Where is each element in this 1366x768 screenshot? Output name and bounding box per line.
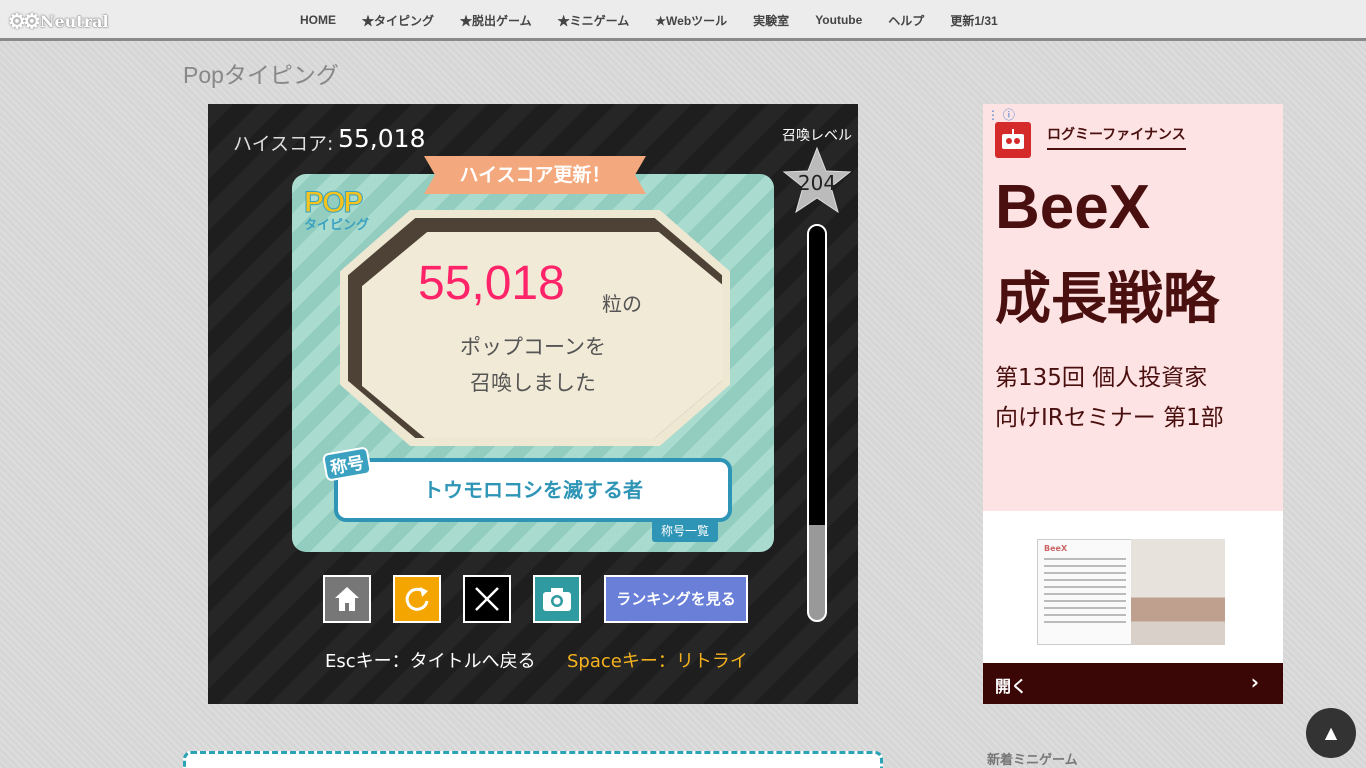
nav-minigame[interactable]: ★ミニゲーム [558,12,630,29]
star-icon: 204 [782,146,852,214]
nav-home[interactable]: HOME [300,13,336,27]
result-message-line1: ポップコーンを [460,335,606,359]
home-button[interactable] [323,575,371,623]
summon-gauge-fill [809,226,825,526]
scroll-top-button[interactable]: ▲ [1306,708,1356,758]
nav-help[interactable]: ヘルプ [888,12,924,29]
ad-open-label: 開く [995,677,1028,696]
new-minigames-heading: 新着ミニゲーム [987,753,1078,768]
ad-open-button[interactable]: 開く › [983,663,1283,704]
gear-icon: ⚙⚙ [8,9,41,33]
ad-headline2: 成長戦略 [995,267,1219,332]
ad-office-photo [1131,539,1225,645]
score-frame [340,210,730,446]
ad-document-thumb: BeeX [1037,539,1133,645]
page-title: Popタイピング [183,62,339,88]
hiscore-update-ribbon: ハイスコア更新！ [424,156,646,194]
ad-banner[interactable]: ⋮ ⓘ ログミーファイナンス BeeX 成長戦略 第135回 個人投資家 向けI… [983,104,1283,704]
summon-level-label: 召喚レベル [782,128,852,144]
result-message-line2: 召喚しました [470,371,596,395]
nav-lab[interactable]: 実験室 [753,12,789,29]
top-nav: ⚙⚙ Neutral HOME ★タイピング ★脱出ゲーム ★ミニゲーム ★We… [0,0,1366,41]
nav-update[interactable]: 更新1/31 [950,12,997,29]
pop-typing-logo: POP タイピング [304,186,374,240]
logo-typing-text: タイピング [304,218,370,233]
ranking-button[interactable]: ランキングを見る [604,575,748,623]
share-x-button[interactable] [463,575,511,623]
robot-icon [995,122,1031,158]
ad-line1: 第135回 個人投資家 [995,365,1208,391]
ad-headline1: BeeX [995,173,1151,242]
score-value: 55,018 [418,257,565,310]
score-frame-border [348,218,722,438]
x-icon [475,587,499,611]
game-screen[interactable]: ハイスコア: 55,018 召喚レベル 204 ハイスコア更新！ POP タイピ… [208,104,858,704]
nav-escape-game[interactable]: ★脱出ゲーム [460,12,532,29]
hint-space: Spaceキー：リトライ [567,651,748,672]
site-name: Neutral [39,11,109,31]
nav-links: HOME ★タイピング ★脱出ゲーム ★ミニゲーム ★Webツール 実験室 Yo… [300,0,1024,40]
nav-webtool[interactable]: ★Webツール [655,12,727,29]
summon-gauge [807,224,827,622]
hint-esc: Escキー：タイトルへ戻る [325,651,536,672]
hiscore-label: ハイスコア: [233,133,334,155]
screenshot-button[interactable] [533,575,581,623]
ad-doc-header: BeeX [1044,544,1068,553]
content-box [183,751,883,768]
ad-brand[interactable]: ログミーファイナンス [1047,124,1186,150]
chevron-right-icon: › [1250,670,1259,694]
ad-image: BeeX [983,511,1283,663]
nav-youtube[interactable]: Youtube [815,13,862,27]
retry-icon [405,587,429,611]
camera-icon [543,588,571,611]
summon-level-value: 204 [797,171,837,195]
ad-line2: 向けIRセミナー 第1部 [995,405,1224,431]
nav-typing[interactable]: ★タイピング [362,12,434,29]
score-unit: 粒の [602,292,642,316]
earned-title: トウモロコシを滅する者 [334,458,732,522]
home-icon [335,587,359,611]
site-logo[interactable]: ⚙⚙ Neutral [8,8,109,34]
hiscore-value: 55,018 [338,124,426,153]
result-card: ハイスコア更新！ POP タイピング 55,018 粒の ポップコーンを 召喚し… [292,156,774,552]
info-icon[interactable]: ⋮ ⓘ [987,106,1015,123]
title-list-button[interactable]: 称号一覧 [652,520,718,542]
retry-button[interactable] [393,575,441,623]
